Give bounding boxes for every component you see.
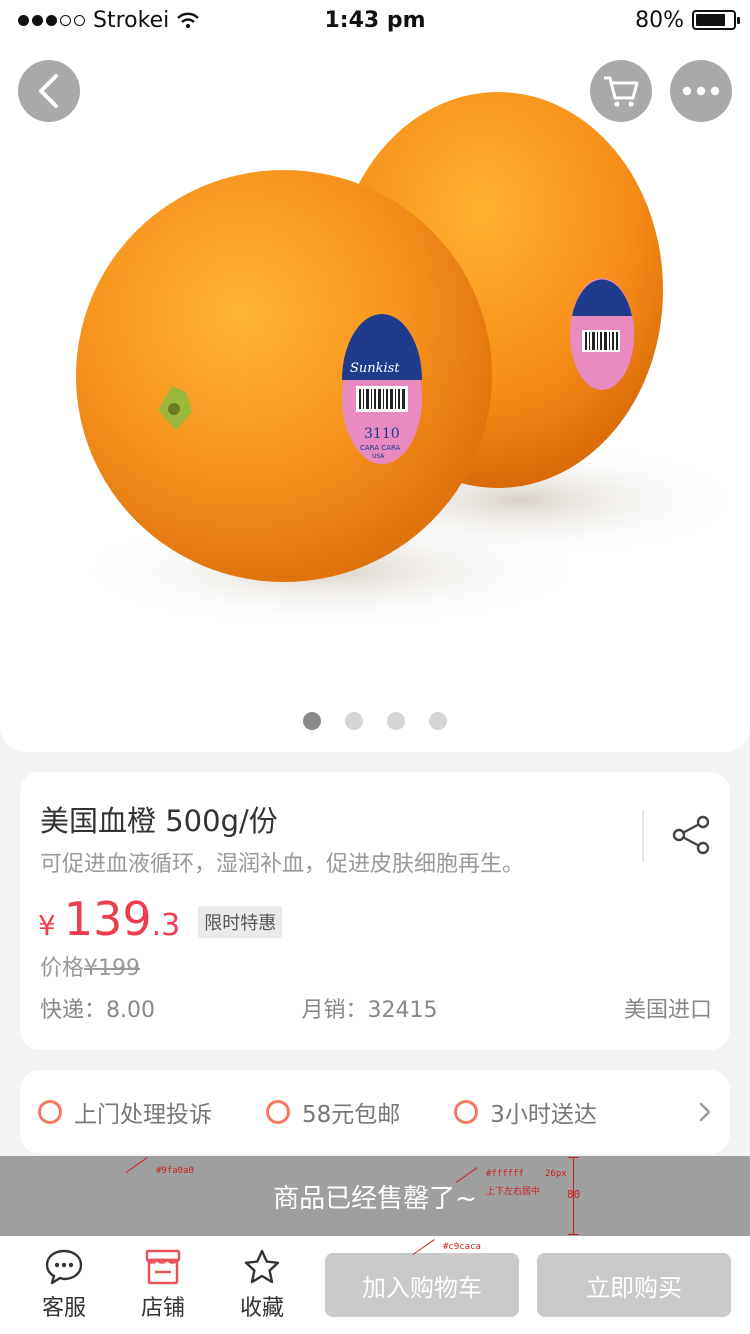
chevron-right-icon[interactable] — [698, 1101, 712, 1123]
pager-dot[interactable] — [429, 712, 447, 730]
chat-bubble-icon — [45, 1249, 83, 1285]
divider — [642, 810, 644, 862]
bottom-action-bar: 客服 店铺 收藏 加入购物车 立即购买 — [0, 1236, 750, 1334]
buy-now-label: 立即购买 — [586, 1273, 682, 1302]
cart-icon — [604, 76, 639, 107]
tab-label: 店铺 — [140, 1296, 185, 1321]
chevron-left-icon — [39, 74, 58, 108]
pager-dot[interactable] — [303, 712, 321, 730]
tab-label: 客服 — [41, 1296, 86, 1321]
tab-label: 收藏 — [239, 1296, 284, 1321]
star-icon — [244, 1249, 280, 1284]
original-price: 价格¥199 — [40, 950, 140, 982]
annotation-dimension-line — [568, 1234, 579, 1235]
promo-badge: 限时特惠 — [198, 906, 283, 938]
gallery-pager[interactable] — [0, 712, 750, 730]
status-bar: Strokei 1:43 pm 80% — [0, 0, 750, 40]
soldout-banner: 商品已经售罄了~ — [0, 1156, 750, 1236]
service-item: 58元包邮 — [266, 1095, 400, 1129]
annotation-bg-color: #9fa0a0 — [156, 1166, 194, 1176]
customer-service-tab[interactable]: 客服 — [29, 1248, 99, 1322]
product-subtitle: 可促进血液循环，湿润补血，促进皮肤细胞再生。 — [40, 852, 525, 877]
product-info-card: 美国血橙 500g/份 可促进血液循环，湿润补血，促进皮肤细胞再生。 ¥ 139… — [20, 772, 730, 1050]
annotation-button-color: #c9caca — [443, 1242, 481, 1252]
add-to-cart-label: 加入购物车 — [362, 1273, 482, 1302]
shipping-fee: 快递：8.00 — [40, 998, 155, 1023]
product-gallery[interactable]: Sunkist 3110 CARA CARA USA — [0, 0, 750, 752]
annotation-font-size: 26px — [545, 1169, 567, 1179]
price-decimal: .3 — [151, 908, 181, 943]
pager-dot[interactable] — [387, 712, 405, 730]
service-item: 3小时送达 — [454, 1095, 597, 1129]
ring-icon — [266, 1100, 290, 1124]
svg-text:CARA CARA: CARA CARA — [360, 444, 401, 452]
share-button[interactable] — [670, 814, 712, 860]
add-to-cart-button[interactable]: 加入购物车 — [325, 1253, 519, 1317]
annotation-dimension-line — [568, 1157, 579, 1158]
origin-tag: 美国进口 — [623, 998, 712, 1023]
buy-now-button[interactable]: 立即购买 — [537, 1253, 731, 1317]
battery-icon — [692, 10, 740, 30]
product-meta: 快递：8.00 月销：32415 美国进口 — [40, 992, 712, 1024]
price-integer: 139 — [63, 892, 152, 946]
svg-text:USA: USA — [372, 453, 385, 460]
annotation-alignment: 上下左右居中 — [486, 1187, 541, 1197]
more-dots-icon — [682, 86, 720, 96]
currency-symbol: ¥ — [38, 909, 56, 942]
product-title: 美国血橙 500g/份 — [40, 804, 278, 838]
service-guarantees[interactable]: 上门处理投诉 58元包邮 3小时送达 — [20, 1070, 730, 1154]
svg-text:3110: 3110 — [364, 426, 400, 442]
signal-icon — [18, 14, 85, 26]
original-price-label: 价格 — [40, 956, 85, 981]
annotation-text-color: #ffffff — [486, 1169, 524, 1179]
ring-icon — [454, 1100, 479, 1124]
soldout-message: 商品已经售罄了~ — [273, 1183, 477, 1214]
annotation-height: 80 — [567, 1188, 581, 1201]
shop-tab[interactable]: 店铺 — [128, 1248, 198, 1322]
back-button[interactable] — [18, 60, 80, 122]
store-icon — [145, 1249, 181, 1285]
favorite-tab[interactable]: 收藏 — [227, 1248, 297, 1322]
wifi-icon — [177, 12, 200, 28]
product-image: Sunkist 3110 CARA CARA USA — [70, 92, 750, 630]
share-icon — [672, 815, 710, 855]
battery-percent: 80% — [635, 7, 684, 33]
cart-button[interactable] — [590, 60, 652, 122]
price: ¥ 139 .3 限时特惠 — [38, 892, 283, 946]
pager-dot[interactable] — [345, 712, 363, 730]
carrier-name: Strokei — [93, 7, 170, 33]
monthly-sales: 月销：32415 — [301, 998, 438, 1023]
service-item: 上门处理投诉 — [38, 1095, 212, 1129]
ring-icon — [38, 1100, 62, 1124]
svg-text:Sunkist: Sunkist — [350, 361, 400, 376]
original-price-value: ¥199 — [84, 956, 141, 981]
more-button[interactable] — [670, 60, 732, 122]
